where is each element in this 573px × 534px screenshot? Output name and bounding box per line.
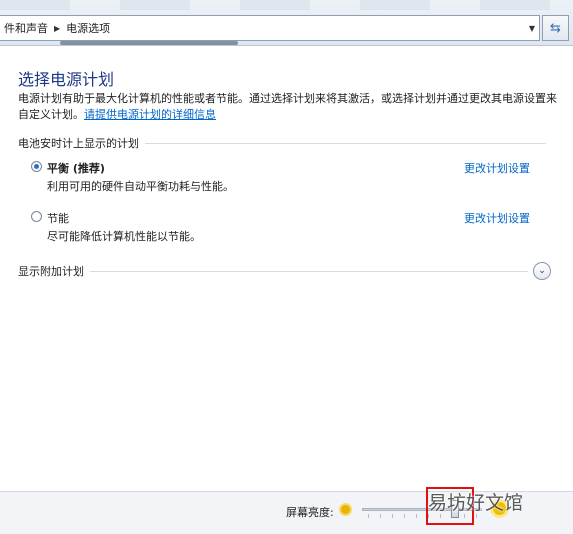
page-description: 电源计划有助于最大化计算机的性能或者节能。通过选择计划来将其激活，或选择计划并通… — [18, 91, 558, 123]
plan-power-saver-radio[interactable] — [31, 211, 42, 222]
additional-plans-section-header[interactable]: 显示附加计划 — [18, 264, 528, 278]
chevron-down-icon: ⌄ — [538, 266, 546, 276]
power-plan-info-link[interactable]: 请提供电源计划的详细信息 — [84, 108, 216, 121]
expand-additional-plans-button[interactable]: ⌄ — [533, 262, 551, 280]
sun-small-icon — [341, 505, 350, 514]
section-label: 电池安时计上显示的计划 — [18, 137, 139, 150]
background-toolbar — [0, 0, 573, 10]
plan-power-saver-change-settings-link[interactable]: 更改计划设置 — [464, 210, 530, 226]
toolbar-scroll-indicator — [60, 41, 238, 45]
breadcrumb-separator-icon[interactable]: ▶ — [52, 24, 62, 33]
breadcrumb-item-parent[interactable]: 件和声音 — [0, 20, 52, 36]
watermark: 易坊好文馆 — [428, 492, 524, 514]
refresh-icon: ⇆ — [550, 20, 561, 36]
breadcrumb-item-current[interactable]: 电源选项 — [62, 20, 114, 36]
refresh-button[interactable]: ⇆ — [542, 15, 569, 41]
plan-power-saver-name[interactable]: 节能 — [47, 210, 69, 226]
screen-brightness-label: 屏幕亮度: — [286, 506, 334, 519]
plan-balanced-change-settings-link[interactable]: 更改计划设置 — [464, 160, 530, 176]
plan-balanced-radio[interactable] — [31, 161, 42, 172]
address-bar: 件和声音 ▶ 电源选项 ▼ ⇆ — [0, 0, 573, 46]
battery-plans-section-header: 电池安时计上显示的计划 — [18, 136, 546, 150]
chevron-down-icon[interactable]: ▼ — [525, 16, 539, 40]
plan-balanced-description: 利用可用的硬件自动平衡功耗与性能。 — [47, 180, 234, 193]
breadcrumb[interactable]: 件和声音 ▶ 电源选项 ▼ — [0, 15, 540, 41]
plan-balanced-name[interactable]: 平衡 (推荐) — [47, 160, 105, 176]
divider — [145, 142, 546, 144]
section-label[interactable]: 显示附加计划 — [18, 263, 90, 279]
plan-power-saver-description: 尽可能降低计算机性能以节能。 — [47, 230, 201, 243]
page-title: 选择电源计划 — [18, 70, 115, 89]
divider — [90, 270, 528, 272]
